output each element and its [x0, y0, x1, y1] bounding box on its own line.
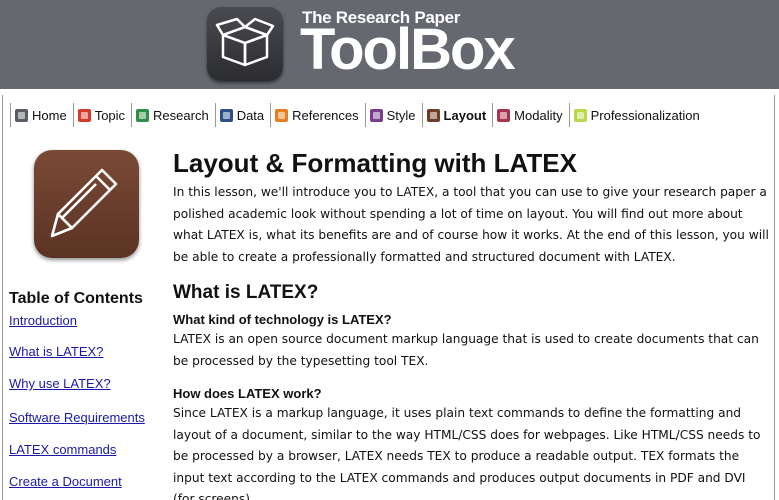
- brand-title: ToolBox: [300, 17, 516, 82]
- nav-item-label: Modality: [514, 107, 563, 123]
- references-icon: [275, 108, 289, 122]
- nav-item-label: Research: [153, 107, 209, 123]
- style-icon: [369, 108, 383, 122]
- toc-title: Table of Contents: [9, 290, 143, 307]
- open-box-icon: [215, 17, 275, 67]
- subsection-heading-technology: What kind of technology is LATEX?: [173, 312, 392, 327]
- nav-item-style[interactable]: Style: [364, 103, 421, 127]
- section-heading: What is LATEX?: [173, 282, 319, 303]
- topic-icon: [77, 108, 91, 122]
- nav-item-professionalization[interactable]: Professionalization: [568, 103, 705, 127]
- logo[interactable]: [207, 7, 283, 81]
- subsection-body-how-it-works: Since LATEX is a markup language, it use…: [173, 406, 761, 500]
- toc-link-create-document[interactable]: Create a Document: [9, 474, 122, 489]
- subsection-heading-how-it-works: How does LATEX work?: [173, 386, 322, 401]
- nav-item-label: Layout: [443, 107, 487, 123]
- toc-link-latex-commands[interactable]: LATEX commands: [9, 442, 116, 457]
- nav-item-home[interactable]: Home: [10, 103, 72, 127]
- pencil-icon: [50, 168, 118, 238]
- subsection-body-technology: LATEX is an open source document markup …: [173, 332, 759, 368]
- page-title: Layout & Formatting with LATEX: [173, 148, 577, 178]
- nav-item-label: References: [292, 107, 359, 123]
- nav-item-references[interactable]: References: [270, 103, 363, 127]
- main-nav: Home Topic Research Data References Style Layo…: [10, 101, 706, 129]
- nav-item-layout[interactable]: Layout: [421, 103, 492, 127]
- professionalization-icon: [573, 108, 587, 122]
- main-content: Layout & Formatting with LATEX In this l…: [173, 146, 769, 500]
- nav-item-label: Topic: [94, 107, 126, 123]
- toc-link-software-requirements[interactable]: Software Requirements: [9, 410, 145, 425]
- research-icon: [136, 108, 150, 122]
- lesson-tile: [34, 150, 139, 258]
- home-icon: [15, 108, 28, 122]
- header-banner: The Research Paper ToolBox: [0, 0, 779, 89]
- layout-icon: [426, 108, 440, 122]
- nav-item-label: Professionalization: [590, 107, 700, 123]
- data-icon: [219, 108, 233, 122]
- toc-link-introduction[interactable]: Introduction: [9, 313, 77, 328]
- nav-item-label: Home: [32, 107, 67, 123]
- nav-item-data[interactable]: Data: [214, 103, 269, 127]
- nav-item-label: Data: [236, 107, 265, 123]
- nav-item-topic[interactable]: Topic: [72, 103, 130, 127]
- nav-item-modality[interactable]: Modality: [492, 103, 567, 127]
- toc-link-what-is-latex[interactable]: What is LATEX?: [9, 344, 103, 359]
- nav-item-research[interactable]: Research: [131, 103, 214, 127]
- toc-link-why-use-latex[interactable]: Why use LATEX?: [9, 376, 111, 391]
- intro-paragraph: In this lesson, we'll introduce you to L…: [173, 185, 769, 264]
- nav-item-label: Style: [386, 107, 416, 123]
- modality-icon: [497, 108, 511, 122]
